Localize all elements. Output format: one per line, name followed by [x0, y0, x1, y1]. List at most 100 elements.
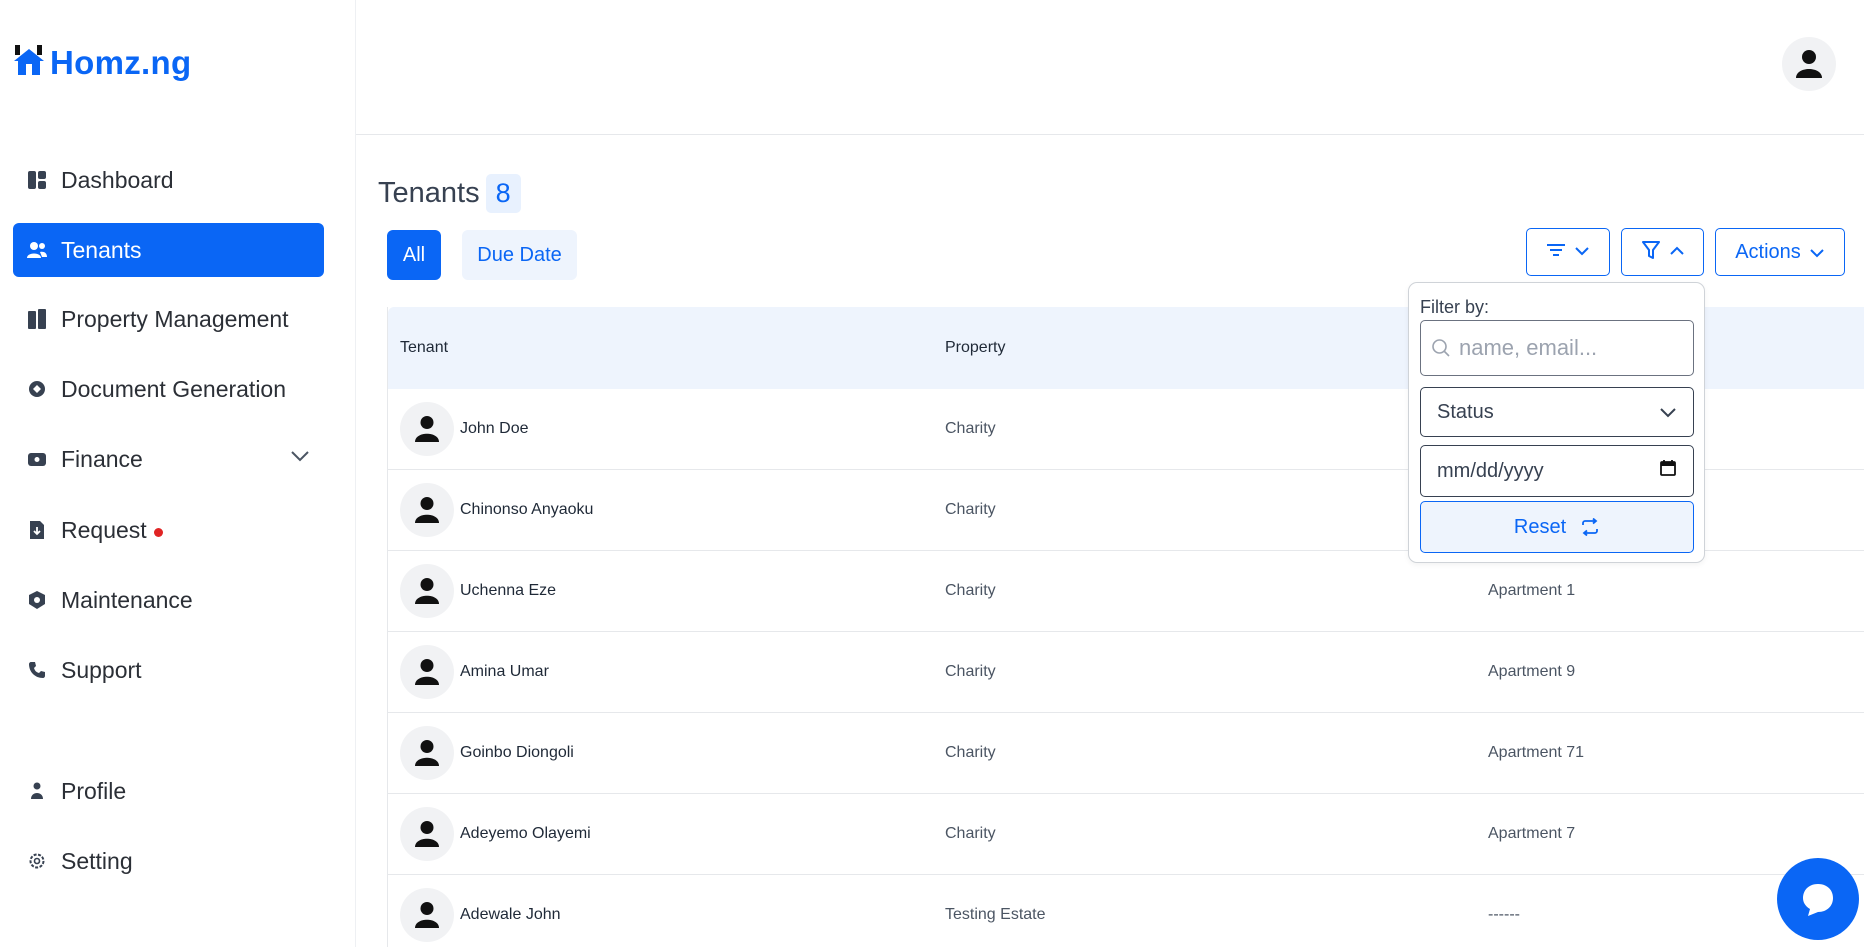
- chevron-down-icon[interactable]: [290, 449, 310, 467]
- chat-widget-button[interactable]: [1777, 858, 1859, 940]
- table-row[interactable]: Uchenna Eze Charity Apartment 1: [388, 551, 1864, 632]
- house-logo-icon: [12, 44, 46, 82]
- tenant-name[interactable]: Adeyemo Olayemi: [460, 825, 591, 843]
- property-cell: Testing Estate: [945, 906, 1046, 923]
- unit-cell: Apartment 1: [1488, 582, 1576, 599]
- phone-icon: [25, 658, 49, 682]
- avatar: [400, 483, 454, 537]
- chevron-down-icon: [1809, 241, 1825, 264]
- reset-label: Reset: [1513, 515, 1567, 538]
- column-header-tenant[interactable]: Tenant: [400, 339, 448, 357]
- status-select[interactable]: Status: [1420, 387, 1694, 437]
- table-row[interactable]: Amina Umar Charity Apartment 9: [388, 632, 1864, 713]
- filter-search-box[interactable]: [1420, 320, 1694, 376]
- tenant-name[interactable]: Amina Umar: [460, 663, 549, 681]
- filter-search-input[interactable]: [1459, 335, 1679, 361]
- tab-all[interactable]: All: [387, 230, 441, 280]
- chevron-down-icon: [1659, 401, 1677, 424]
- person-icon: [415, 578, 439, 604]
- sort-button[interactable]: [1526, 228, 1610, 276]
- sidebar-item-finance[interactable]: Finance: [13, 432, 324, 486]
- avatar: [400, 645, 454, 699]
- sidebar-item-label: Request: [61, 516, 147, 543]
- property-cell: Charity: [945, 582, 996, 599]
- gear-icon: [25, 849, 49, 873]
- chevron-up-icon: [1669, 243, 1685, 261]
- chat-bubble-icon: [1798, 879, 1838, 919]
- avatar: [400, 402, 454, 456]
- tenant-cell: Amina Umar: [400, 632, 549, 712]
- property-cell: Charity: [945, 744, 996, 761]
- sidebar-item-label: Tenants: [61, 236, 142, 263]
- page-title-text: Tenants: [378, 177, 480, 209]
- date-input[interactable]: mm/dd/yyyy: [1420, 445, 1694, 497]
- table-row[interactable]: Adeyemo Olayemi Charity Apartment 7: [388, 794, 1864, 875]
- users-icon: [25, 238, 49, 262]
- avatar: [400, 888, 454, 942]
- date-input-placeholder: mm/dd/yyyy: [1437, 459, 1544, 482]
- sidebar-item-label: Support: [61, 656, 142, 683]
- tenant-name[interactable]: John Doe: [460, 420, 529, 438]
- person-icon: [25, 779, 49, 803]
- tab-due-date[interactable]: Due Date: [462, 230, 577, 280]
- brand-name: Homz.ng: [50, 44, 192, 81]
- sidebar-item-dashboard[interactable]: Dashboard: [13, 153, 324, 207]
- tenant-cell: Adeyemo Olayemi: [400, 794, 591, 874]
- avatar: [400, 726, 454, 780]
- request-icon: [25, 518, 49, 542]
- tenant-cell: John Doe: [400, 389, 529, 469]
- reset-button[interactable]: Reset: [1420, 501, 1694, 553]
- unit-cell: Apartment 9: [1488, 663, 1576, 680]
- property-cell: Charity: [945, 663, 996, 680]
- person-icon: [1796, 50, 1822, 78]
- table-row[interactable]: Goinbo Diongoli Charity Apartment 71: [388, 713, 1864, 794]
- sidebar-item-request[interactable]: Request: [13, 503, 324, 557]
- table-row[interactable]: Adewale John Testing Estate ------: [388, 875, 1864, 947]
- filter-button[interactable]: [1621, 228, 1704, 276]
- actions-button[interactable]: Actions: [1715, 228, 1845, 276]
- sidebar-item-label: Dashboard: [61, 166, 174, 193]
- unit-cell: Apartment 71: [1488, 744, 1585, 761]
- property-cell: Charity: [945, 501, 996, 518]
- tenant-cell: Adewale John: [400, 875, 561, 947]
- sidebar-item-label: Setting: [61, 847, 133, 874]
- refresh-icon: [1580, 518, 1600, 536]
- sidebar-item-document-generation[interactable]: Document Generation: [13, 362, 324, 416]
- sidebar: Homz.ng Dashboard Tenants Property Manag…: [0, 0, 356, 947]
- property-cell: Charity: [945, 825, 996, 842]
- notification-dot: [153, 527, 163, 537]
- app-root: Homz.ng Dashboard Tenants Property Manag…: [0, 0, 1864, 947]
- funnel-icon: [1641, 240, 1661, 265]
- sidebar-item-property-management[interactable]: Property Management: [13, 292, 324, 346]
- tenant-name[interactable]: Uchenna Eze: [460, 582, 556, 600]
- tenant-name[interactable]: Goinbo Diongoli: [460, 744, 574, 762]
- filter-popover: Filter by: Status mm/dd/yyyy Reset: [1408, 282, 1705, 563]
- person-icon: [415, 659, 439, 685]
- tenant-count-badge: 8: [485, 174, 521, 213]
- sidebar-item-maintenance[interactable]: Maintenance: [13, 573, 324, 627]
- sidebar-item-label: Maintenance: [61, 586, 193, 613]
- tenant-name[interactable]: Chinonso Anyaoku: [460, 501, 593, 519]
- person-icon: [415, 821, 439, 847]
- tenant-name[interactable]: Adewale John: [460, 906, 561, 924]
- sidebar-item-label: Finance: [61, 445, 143, 472]
- actions-label: Actions: [1735, 240, 1801, 263]
- search-icon: [1431, 338, 1451, 358]
- shield-icon: [25, 588, 49, 612]
- brand-logo[interactable]: Homz.ng: [12, 44, 191, 82]
- column-header-property[interactable]: Property: [945, 339, 1005, 357]
- person-icon: [415, 497, 439, 523]
- sidebar-item-profile[interactable]: Profile: [13, 764, 324, 818]
- unit-cell: ------: [1488, 906, 1520, 923]
- calendar-icon[interactable]: [1659, 459, 1677, 483]
- user-avatar[interactable]: [1782, 37, 1836, 91]
- document-icon: [25, 377, 49, 401]
- sidebar-item-tenants[interactable]: Tenants: [13, 223, 324, 277]
- person-icon: [415, 416, 439, 442]
- sidebar-item-setting[interactable]: Setting: [13, 834, 324, 888]
- wallet-icon: [25, 447, 49, 471]
- sidebar-item-label: Document Generation: [61, 375, 287, 402]
- person-icon: [415, 902, 439, 928]
- sidebar-item-support[interactable]: Support: [13, 643, 324, 697]
- tenant-cell: Chinonso Anyaoku: [400, 470, 593, 550]
